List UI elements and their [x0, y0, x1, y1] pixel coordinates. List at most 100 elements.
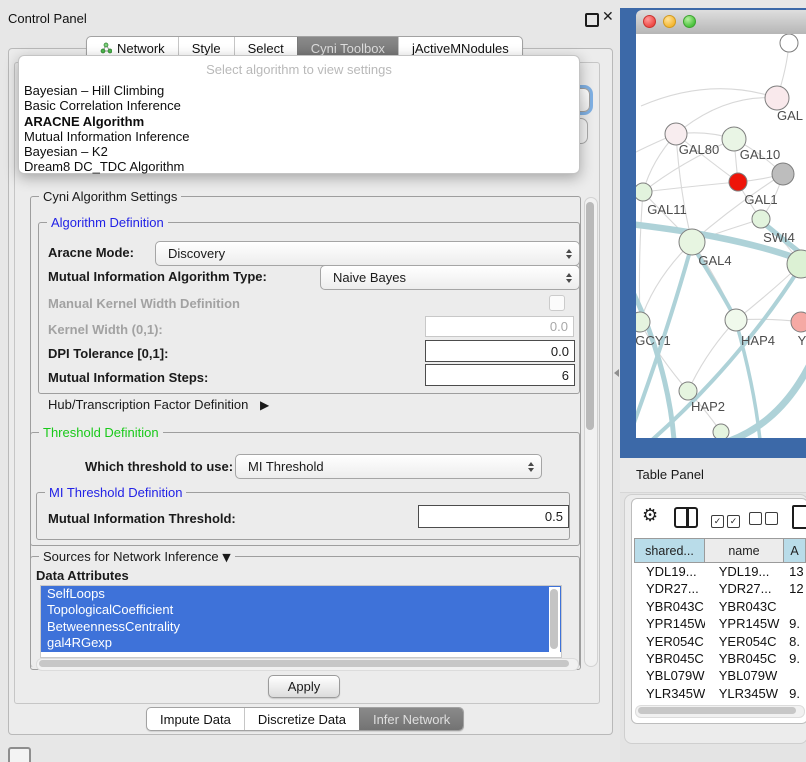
float-panel-icon[interactable] [585, 13, 599, 27]
table-cell: YER054C [705, 634, 785, 651]
node-label-swi4: SWI4 [763, 230, 795, 245]
bottom-tab-discretize-data[interactable]: Discretize Data [244, 708, 359, 730]
kernel-width-input[interactable]: 0.0 [425, 316, 574, 337]
network-node[interactable] [713, 424, 729, 438]
table-cell: YPR145W [634, 616, 705, 633]
table-row[interactable]: YBR043CYBR043C [634, 599, 806, 616]
network-node[interactable] [729, 173, 747, 191]
table-horizontal-scrollbar[interactable] [635, 705, 805, 718]
dpi-tolerance-input[interactable]: 0.0 [425, 340, 575, 362]
aracne-mode-select[interactable]: Discovery [155, 241, 580, 266]
close-panel-icon[interactable]: ✕ [602, 9, 614, 25]
table-cell: YDR27... [634, 581, 705, 598]
window-minimize-icon[interactable] [663, 15, 676, 28]
panel-splitter-arrow-icon[interactable] [614, 369, 619, 377]
table-row[interactable]: YBL079WYBL079W [634, 668, 806, 685]
tab-select-label: Select [248, 41, 284, 56]
table-cell [785, 599, 806, 616]
settings-hscrollbar-thumb[interactable] [39, 660, 569, 667]
table-cell: YBR043C [705, 599, 785, 616]
network-node-gal1[interactable] [752, 210, 770, 228]
expand-right-icon[interactable]: ▶ [260, 398, 269, 412]
column-header-name[interactable]: name [704, 538, 784, 563]
bottom-tab-impute-data[interactable]: Impute Data [147, 708, 244, 730]
mi-algorithm-type-select[interactable]: Naive Bayes [320, 265, 580, 290]
attribute-item-topologicalcoefficient[interactable]: TopologicalCoefficient [41, 602, 561, 618]
bottom-tab-infer-network[interactable]: Infer Network [359, 708, 463, 730]
window-close-icon[interactable] [643, 15, 656, 28]
network-tab-icon [100, 42, 112, 54]
table-cell: YBR043C [634, 599, 705, 616]
network-node-y[interactable] [791, 312, 806, 332]
which-threshold-select[interactable]: MI Threshold [235, 454, 542, 479]
attributes-scrollbar[interactable] [549, 587, 560, 656]
split-columns-icon[interactable] [674, 507, 698, 528]
column-header-shared[interactable]: shared... [634, 538, 705, 563]
mi-steps-label: Mutual Information Steps: [48, 370, 208, 385]
collapse-down-icon[interactable]: ▼ [222, 551, 230, 564]
network-node[interactable] [780, 34, 798, 52]
window-zoom-icon[interactable] [683, 15, 696, 28]
apply-button[interactable]: Apply [268, 675, 340, 698]
table-row[interactable]: YLR345WYLR345W9. [634, 686, 806, 703]
table-row[interactable]: YIL052CYIL052C9 [634, 703, 806, 704]
table-cell: YDL19... [705, 564, 785, 581]
network-node[interactable] [772, 163, 794, 185]
restore-panel-icon[interactable] [8, 747, 31, 762]
table-row[interactable]: YDR27...YDR27...12 [634, 581, 806, 598]
table-cell: YBL079W [705, 668, 785, 685]
column-header-a[interactable]: A [783, 538, 806, 563]
table-cell: 12 [785, 581, 806, 598]
attribute-item-selfloops[interactable]: SelfLoops [41, 586, 561, 602]
attributes-scrollbar-thumb[interactable] [550, 589, 558, 649]
table-row[interactable]: YPR145WYPR145W9. [634, 616, 806, 633]
attribute-item-betweennesscentrality[interactable]: BetweennessCentrality [41, 619, 561, 635]
data-attributes-label: Data Attributes [36, 568, 129, 583]
network-node-gal[interactable] [765, 86, 789, 110]
table-row[interactable]: YER054CYER054C8. [634, 634, 806, 651]
deselect-all-icon[interactable] [749, 512, 778, 528]
manual-kernel-width-checkbox[interactable] [549, 295, 565, 311]
mi-threshold-input[interactable]: 0.5 [418, 505, 569, 528]
network-window-titlebar[interactable] [636, 10, 806, 35]
node-label-y: Y [798, 333, 806, 348]
network-node-gal11[interactable] [636, 183, 652, 201]
algorithm-option-bayesian-hill-climbing[interactable]: Bayesian – Hill Climbing [24, 83, 574, 98]
algorithm-option-mutual-information-inference[interactable]: Mutual Information Inference [24, 129, 574, 144]
dpi-tolerance-value: 0.0 [551, 344, 569, 359]
node-label-gal1: GAL1 [744, 192, 777, 207]
settings-gear-icon[interactable]: ⚙ [642, 505, 658, 526]
hub-definition-section[interactable]: Hub/Transcription Factor Definition ▶ [48, 397, 269, 412]
cyni-bottom-tab-bar: Impute Data Discretize Data Infer Network [146, 707, 464, 731]
table-cell: 9. [785, 651, 806, 668]
tab-network-label: Network [117, 41, 165, 56]
table-row[interactable]: YDL19...YDL19...13 [634, 564, 806, 581]
dpi-tolerance-label: DPI Tolerance [0,1]: [48, 346, 168, 361]
data-attributes-list[interactable]: SelfLoopsTopologicalCoefficientBetweenne… [40, 585, 562, 658]
algorithm-option-bayesian-k2[interactable]: Bayesian – K2 [24, 144, 574, 159]
sources-group-title-text: Sources for Network Inference [43, 549, 219, 564]
new-table-icon[interactable] [792, 505, 806, 529]
table-hscrollbar-thumb[interactable] [638, 707, 796, 714]
node-label-hap4: HAP4 [741, 333, 775, 348]
mi-steps-value: 6 [562, 368, 569, 383]
select-all-icon[interactable]: ✓✓ [711, 512, 740, 528]
mi-steps-input[interactable]: 6 [425, 364, 575, 386]
table-cell: 9. [785, 616, 806, 633]
settings-scrollbar-thumb[interactable] [586, 202, 594, 430]
mi-threshold-value: 0.5 [545, 509, 563, 524]
algorithm-option-dream8-dc-tdc-algorithm[interactable]: Dream8 DC_TDC Algorithm [24, 159, 574, 174]
bottom-tab-discretize-data-label: Discretize Data [258, 712, 346, 727]
stepper-icon [566, 273, 572, 283]
network-node-hap4[interactable] [725, 309, 747, 331]
network-view-canvas[interactable]: GALGAL80GAL10GAL1GAL11SWI4GAL4GCY1HAP4YH… [636, 34, 806, 438]
attribute-item-gal4rgexp[interactable]: gal4RGexp [41, 635, 561, 651]
algorithm-option-aracne-algorithm[interactable]: ARACNE Algorithm [24, 114, 574, 129]
table-row[interactable]: YBR045CYBR045C9. [634, 651, 806, 668]
network-node-gal4[interactable] [679, 229, 705, 255]
settings-horizontal-scrollbar[interactable] [36, 658, 579, 671]
settings-vertical-scrollbar[interactable] [584, 197, 598, 667]
algorithm-option-basic-correlation-inference[interactable]: Basic Correlation Inference [24, 98, 574, 113]
network-node-hap2[interactable] [679, 382, 697, 400]
tab-style-label: Style [192, 41, 221, 56]
